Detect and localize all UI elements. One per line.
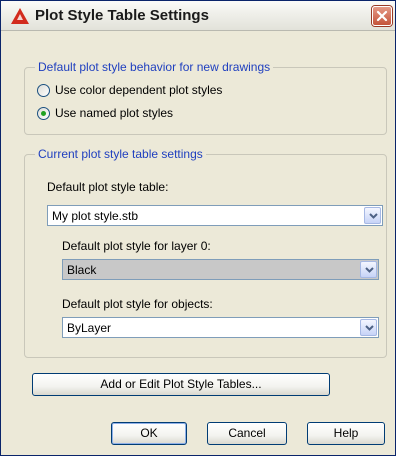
color-dependent-label: Use color dependent plot styles [55,83,223,97]
layer0-style-dropdown-button[interactable] [360,261,377,278]
layer0-style-dropdown[interactable]: Black [62,259,379,280]
default-table-dropdown-button[interactable] [364,207,381,224]
close-icon [376,10,388,22]
default-table-dropdown[interactable]: My plot style.stb [47,205,383,226]
layer0-style-value: Black [67,263,97,277]
add-edit-plot-style-tables-button[interactable]: Add or Edit Plot Style Tables... [32,373,330,396]
named-styles-option[interactable]: Use named plot styles [37,105,173,121]
objects-style-label: Default plot style for objects: [62,297,213,311]
title-bar[interactable]: Plot Style Table Settings [1,1,395,31]
named-styles-radio[interactable] [37,106,50,120]
named-styles-label: Use named plot styles [55,106,174,120]
autocad-logo-icon [11,8,29,24]
plot-style-behavior-group: Default plot style behavior for new draw… [24,60,387,135]
chevron-down-icon [365,325,374,331]
close-button[interactable] [372,6,392,26]
layer0-style-label: Default plot style for layer 0: [62,239,211,253]
dialog-title: Plot Style Table Settings [35,7,209,24]
help-button[interactable]: Help [307,422,385,445]
color-dependent-radio[interactable] [37,83,50,97]
objects-style-dropdown-button[interactable] [360,319,377,336]
default-table-label: Default plot style table: [47,180,169,194]
cancel-button[interactable]: Cancel [207,422,287,445]
chevron-down-icon [369,213,378,219]
current-table-settings-legend: Current plot style table settings [35,147,206,161]
plot-style-behavior-legend: Default plot style behavior for new draw… [35,60,274,74]
objects-style-value: ByLayer [67,321,112,335]
current-table-settings-group: Current plot style table settings Defaul… [24,147,387,358]
color-dependent-option[interactable]: Use color dependent plot styles [37,82,222,98]
plot-style-table-settings-dialog: Plot Style Table Settings Default plot s… [0,0,396,456]
chevron-down-icon [365,267,374,273]
objects-style-dropdown[interactable]: ByLayer [62,317,379,338]
ok-button[interactable]: OK [111,422,187,445]
default-table-value: My plot style.stb [52,209,139,223]
